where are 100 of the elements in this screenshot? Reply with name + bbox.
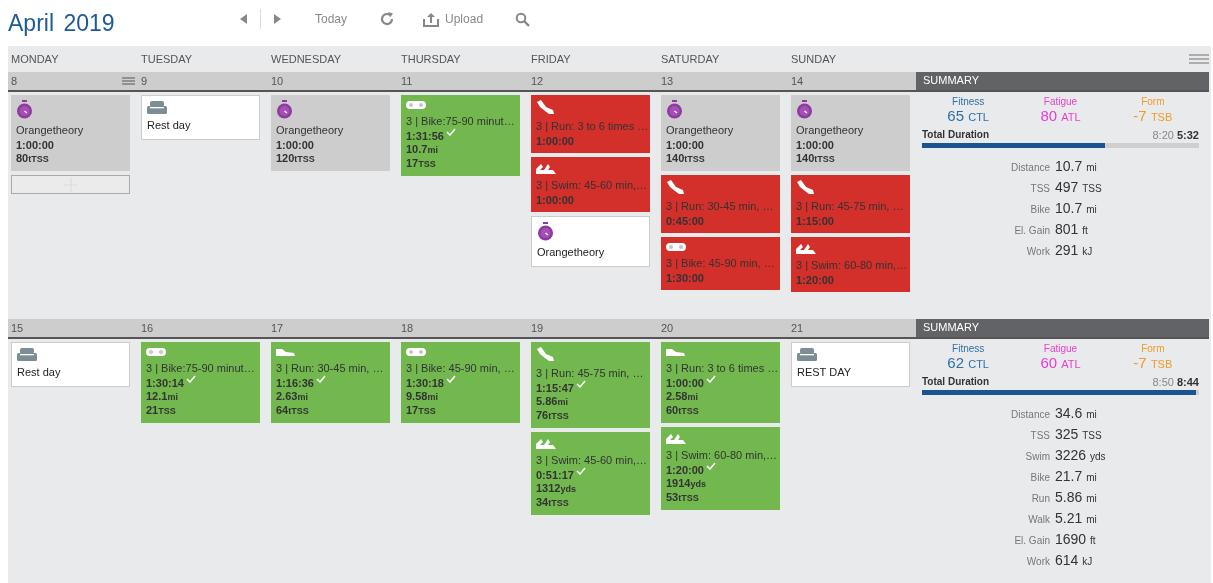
workout-card[interactable]: 3 | Run: 30-45 min, … 1:16:36 2.63mi 64tTSS	[271, 342, 390, 423]
refresh-icon	[379, 11, 396, 27]
workout-card[interactable]: 3 | Swim: 60-80 min,… 1:20:00 1914yds 53tTSS	[661, 427, 780, 510]
workout-card[interactable]: 3 | Bike:75-90 minut… 1:30:14 12.1mi 21TSS	[141, 342, 260, 423]
stat-value: 21.7 mi	[1055, 468, 1098, 484]
workout-metric: 1:00:00	[16, 139, 54, 152]
workout-title: 3 | Bike: 45-90 min, …	[666, 257, 775, 269]
add-workout-button[interactable]	[11, 175, 130, 194]
stat-label: Distance	[1010, 409, 1050, 420]
workout-metric: 76tTSS	[536, 409, 569, 423]
metric-value: 60 ATL	[1040, 354, 1081, 371]
workout-title: 3 | Bike:75-90 minut…	[146, 362, 255, 374]
workout-metric: 5.86mi	[536, 395, 568, 409]
workout-card[interactable]: 3 | Bike: 45-90 min, … 1:30:18 9.58mi 17TSS	[401, 342, 520, 423]
workout-title: 3 | Run: 3 to 6 times …	[666, 362, 775, 374]
stat-label: Work	[1025, 556, 1050, 567]
weekday-label: WEDNESDAY	[270, 53, 343, 65]
workout-card[interactable]: Orangetheory 1:00:00 140tTSS	[791, 95, 910, 171]
metric-label: Fatigue	[1043, 343, 1078, 354]
workout-metric: 64tTSS	[276, 404, 309, 418]
date-number: 16	[141, 322, 154, 334]
workout-title: 3 | Swim: 60-80 min,…	[796, 259, 905, 271]
workout-card[interactable]: Rest day	[141, 95, 260, 140]
workout-metric: 2.58mi	[666, 390, 698, 404]
workout-metric: 12.1mi	[146, 390, 178, 404]
metric-value: 62 CTL	[947, 354, 989, 371]
date-number: 18	[401, 322, 414, 334]
workout-title: 3 | Swim: 45-60 min,…	[536, 454, 645, 466]
workout-card[interactable]: REST DAY	[791, 342, 910, 387]
stat-value: 291 kJ	[1055, 242, 1094, 258]
workout-metric: 1:16:36	[276, 377, 314, 390]
stat-value: 10.7 mi	[1055, 158, 1098, 174]
workout-card[interactable]: Orangetheory	[531, 216, 650, 267]
workout-title: Orangetheory	[276, 124, 345, 136]
metric-value: -7 TSB	[1133, 354, 1173, 371]
workout-metric: 1:30:18	[406, 377, 444, 390]
left-arrow-icon	[238, 13, 248, 25]
metric-label: Fitness	[952, 96, 985, 107]
stat-value: 614 kJ	[1055, 552, 1094, 568]
date-number: 12	[531, 75, 544, 87]
workout-title: Orangetheory	[666, 124, 735, 136]
workout-title: Rest day	[147, 119, 192, 131]
stat-value: 325 TSS	[1055, 426, 1103, 442]
workout-title: Orangetheory	[16, 124, 85, 136]
duration-label: Total Duration	[922, 129, 990, 141]
metric-label: Form	[1141, 96, 1165, 107]
workout-metric: 1914yds	[666, 477, 706, 491]
plus-icon	[63, 177, 78, 192]
upload-icon	[423, 11, 440, 27]
stat-value: 5.86 mi	[1055, 489, 1098, 505]
workout-metric: 60tTSS	[666, 404, 699, 418]
workout-card[interactable]: Rest day	[11, 342, 130, 387]
date-number: 11	[401, 75, 413, 87]
stat-value: 3226 yds	[1055, 447, 1107, 463]
workout-metric: 1:30:14	[146, 377, 184, 390]
stat-label: El. Gain	[1013, 225, 1050, 236]
weekday-label: FRIDAY	[530, 53, 572, 65]
workout-card[interactable]: Orangetheory 1:00:00 80tTSS	[11, 95, 130, 171]
stat-value: 34.6 mi	[1055, 405, 1098, 421]
stat-value: 801 ft	[1055, 221, 1089, 237]
workout-metric: 17TSS	[406, 157, 436, 171]
workout-metric: 1:00:00	[276, 139, 314, 152]
metric-value: 80 ATL	[1040, 107, 1081, 124]
workout-card[interactable]: 3 | Run: 3 to 6 times … 1:00:00 2.58mi 60tTSS	[661, 342, 780, 423]
workout-metric: 1:00:00	[536, 135, 574, 148]
workout-title: Orangetheory	[796, 124, 865, 136]
workout-title: Orangetheory	[537, 246, 606, 258]
weekday-label: MONDAY	[10, 53, 60, 65]
right-arrow-icon	[273, 13, 283, 25]
workout-title: 3 | Run: 45-75 min, …	[536, 367, 645, 379]
workout-card[interactable]: Orangetheory 1:00:00 140tTSS	[661, 95, 780, 171]
stat-label: Run	[1030, 493, 1050, 504]
metric-label: Fitness	[952, 343, 985, 354]
duration-value: 8:50 8:44	[1152, 376, 1199, 388]
summary-header: SUMMARY	[916, 72, 1209, 92]
weekday-label: TUESDAY	[140, 53, 194, 65]
workout-card[interactable]: Orangetheory 1:00:00 120tTSS	[271, 95, 390, 171]
stat-value: 1690 ft	[1055, 531, 1097, 547]
duration-value: 8:20 5:32	[1152, 129, 1199, 141]
workout-card[interactable]: 3 | Run: 45-75 min, … 1:15:47 5.86mi 76tTSS	[531, 342, 650, 428]
workout-card[interactable]: 3 | Swim: 45-60 min,… 0:51:17 1312yds 34tTSS	[531, 432, 650, 515]
stat-label: TSS	[1029, 430, 1050, 441]
workout-card[interactable]: 3 | Bike:75-90 minut… 1:31:56 10.7mi 17TSS	[401, 95, 520, 176]
date-number: 20	[661, 322, 674, 334]
date-number: 15	[11, 322, 24, 334]
today-button[interactable]: Today	[309, 10, 354, 28]
workout-metric: 1:00:00	[536, 194, 574, 207]
upload-button[interactable]: Upload	[417, 9, 490, 29]
menu-icon[interactable]	[122, 77, 135, 85]
stat-value: 10.7 mi	[1055, 200, 1098, 216]
duration-label: Total Duration	[922, 376, 990, 388]
workout-metric: 1:20:00	[796, 274, 834, 287]
workout-metric: 10.7mi	[406, 143, 438, 157]
workout-title: 3 | Run: 30-45 min, …	[276, 362, 385, 374]
workout-metric: 1312yds	[536, 482, 576, 496]
metric-label: Fatigue	[1043, 96, 1078, 107]
workout-metric: 17TSS	[406, 404, 436, 418]
metric-value: -7 TSB	[1133, 107, 1173, 124]
menu-icon[interactable]	[1189, 54, 1209, 64]
date-number: 9	[141, 75, 148, 87]
